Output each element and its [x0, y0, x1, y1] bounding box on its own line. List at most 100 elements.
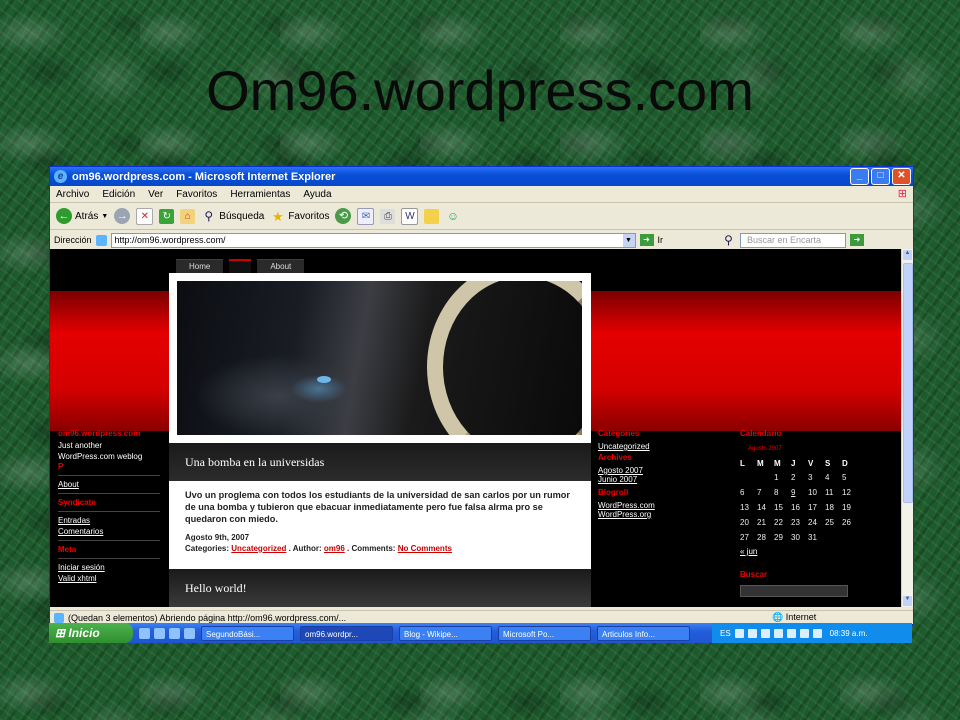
- calendar-day: 26: [842, 518, 851, 527]
- day-header: L: [740, 458, 745, 468]
- go-button[interactable]: Ir: [658, 235, 664, 245]
- xhtml-link[interactable]: Valid xhtml: [58, 574, 160, 583]
- edit-icon[interactable]: W: [401, 207, 419, 225]
- back-button[interactable]: ← Atrás ▼: [56, 208, 108, 224]
- tray-icon[interactable]: [799, 628, 809, 638]
- menu-ver[interactable]: Ver: [148, 189, 163, 200]
- favorites-button[interactable]: ★ Favoritos: [270, 209, 329, 224]
- task-blog[interactable]: Blog - Wikipe...: [399, 625, 492, 641]
- folder-icon[interactable]: [424, 208, 440, 224]
- blogroll-heading: Blogroll: [598, 488, 629, 497]
- calendar-day: 11: [825, 488, 834, 497]
- task-powerpoint[interactable]: Microsoft Po...: [498, 625, 591, 641]
- ie-quicklaunch-icon[interactable]: [139, 627, 150, 639]
- task-om96[interactable]: om96.wordpr...: [300, 625, 393, 641]
- mail-icon[interactable]: ✉: [357, 207, 375, 225]
- go-arrow-icon[interactable]: ➜: [639, 234, 654, 246]
- menu-herramientas[interactable]: Herramientas: [230, 189, 290, 200]
- buscar-input[interactable]: [740, 585, 848, 597]
- calendar-day: 19: [842, 503, 851, 512]
- stop-icon[interactable]: ✕: [136, 207, 154, 225]
- language-indicator[interactable]: ES: [720, 629, 731, 638]
- task-segundo[interactable]: SegundoBási...: [201, 625, 294, 641]
- post-meta: Agosto 9th, 2007 Categories: Uncategoriz…: [185, 532, 577, 554]
- windows-logo-icon: ⊞: [897, 188, 907, 200]
- left-sidebar: om96.wordpress.com Just another WordPres…: [58, 429, 160, 583]
- vertical-scrollbar[interactable]: ▲ ▼: [901, 249, 913, 607]
- wordpress-org-link[interactable]: WordPress.org: [598, 510, 728, 519]
- maximize-button[interactable]: □: [871, 168, 890, 185]
- author-label: . Author:: [288, 544, 322, 553]
- minimize-button[interactable]: _: [850, 168, 869, 185]
- meta-heading: Meta: [58, 545, 77, 554]
- start-button[interactable]: ⊞ Inicio: [49, 623, 133, 643]
- forward-button[interactable]: →: [114, 208, 131, 224]
- calendar-day: [825, 530, 842, 545]
- calendar-day: [842, 530, 859, 545]
- media-quicklaunch-icon[interactable]: [184, 627, 195, 639]
- refresh-icon[interactable]: ↻: [159, 208, 175, 224]
- calendar-day: 28: [757, 533, 766, 542]
- login-link[interactable]: Iniciar sesión: [58, 563, 160, 572]
- menu-favoritos[interactable]: Favoritos: [176, 189, 217, 200]
- site-title[interactable]: om96.wordpress.com: [58, 429, 160, 438]
- history-icon[interactable]: ⟲: [335, 208, 352, 224]
- home-icon[interactable]: ⌂: [180, 208, 196, 224]
- title-bar[interactable]: e om96.wordpress.com - Microsoft Interne…: [50, 167, 913, 186]
- author-link[interactable]: om96: [324, 544, 345, 553]
- calendar-month: Agosto 2007: [748, 446, 782, 452]
- archive-agosto-link[interactable]: Agosto 2007: [598, 466, 728, 475]
- tray-icon[interactable]: [786, 628, 796, 638]
- scroll-up-icon[interactable]: ▲: [903, 250, 912, 260]
- nav-about[interactable]: About: [257, 259, 305, 274]
- menu-archivo[interactable]: Archivo: [56, 189, 89, 200]
- encarta-search-input[interactable]: Buscar en Encarta: [740, 232, 847, 248]
- post-body: Uvo un proglema con todos los estudiants…: [185, 490, 570, 524]
- status-bar: (Quedan 3 elementos) Abriendo página htt…: [50, 610, 913, 624]
- about-link[interactable]: About: [58, 480, 160, 489]
- categories-label: Categories:: [185, 544, 230, 553]
- desktop-quicklaunch-icon[interactable]: [169, 627, 180, 639]
- close-button[interactable]: ✕: [892, 168, 911, 185]
- calendar-prev-link[interactable]: « jun: [740, 547, 880, 556]
- wordpress-com-link[interactable]: WordPress.com: [598, 501, 728, 510]
- mask-shape: [427, 281, 582, 435]
- archive-junio-link[interactable]: Junio 2007: [598, 475, 728, 484]
- calendar-day: 18: [825, 503, 834, 512]
- clock[interactable]: 08:39 a.m.: [830, 629, 868, 638]
- scroll-down-icon[interactable]: ▼: [903, 596, 912, 606]
- day-header: S: [825, 458, 831, 468]
- tray-icon[interactable]: [812, 628, 822, 638]
- tray-icon[interactable]: [773, 628, 783, 638]
- menu-edicion[interactable]: Edición: [102, 189, 135, 200]
- comments-link[interactable]: No Comments: [398, 544, 452, 553]
- day-header: M: [757, 458, 764, 468]
- tray-icon[interactable]: [760, 628, 770, 638]
- uncategorized-link[interactable]: Uncategorized: [598, 442, 728, 451]
- address-dropdown-icon[interactable]: ▼: [622, 233, 635, 247]
- messenger-icon[interactable]: ☺: [445, 209, 460, 224]
- entradas-link[interactable]: Entradas: [58, 516, 160, 525]
- category-link[interactable]: Uncategorized: [231, 544, 286, 553]
- window-title: om96.wordpress.com - Microsoft Internet …: [72, 170, 336, 183]
- tray-icon[interactable]: [734, 628, 744, 638]
- right-sidebar: Categories Uncategorized Archives Agosto…: [598, 429, 728, 519]
- task-articulos[interactable]: Articulos Info...: [597, 625, 690, 641]
- address-input[interactable]: http://om96.wordpress.com/ ▼: [110, 232, 636, 248]
- scroll-thumb[interactable]: [903, 263, 913, 503]
- comentarios-link[interactable]: Comentarios: [58, 527, 160, 536]
- tray-icon[interactable]: [747, 628, 757, 638]
- print-icon[interactable]: ⎙: [380, 208, 396, 224]
- post-title-2[interactable]: Hello world!: [169, 569, 591, 607]
- calendar-day: 14: [757, 503, 766, 512]
- outlook-quicklaunch-icon[interactable]: [154, 627, 165, 639]
- menu-bar: Archivo Edición Ver Favoritos Herramient…: [50, 186, 913, 203]
- encarta-go-icon[interactable]: ➜: [850, 234, 865, 246]
- nav-home[interactable]: Home: [176, 259, 224, 274]
- calendar-day: 5: [842, 473, 847, 482]
- menu-ayuda[interactable]: Ayuda: [303, 189, 331, 200]
- calendar-day-link[interactable]: 9: [791, 485, 808, 500]
- day-header: V: [808, 458, 814, 468]
- post-title[interactable]: Una bomba en la universidas: [169, 443, 591, 481]
- search-button[interactable]: ⚲ Búsqueda: [201, 209, 264, 224]
